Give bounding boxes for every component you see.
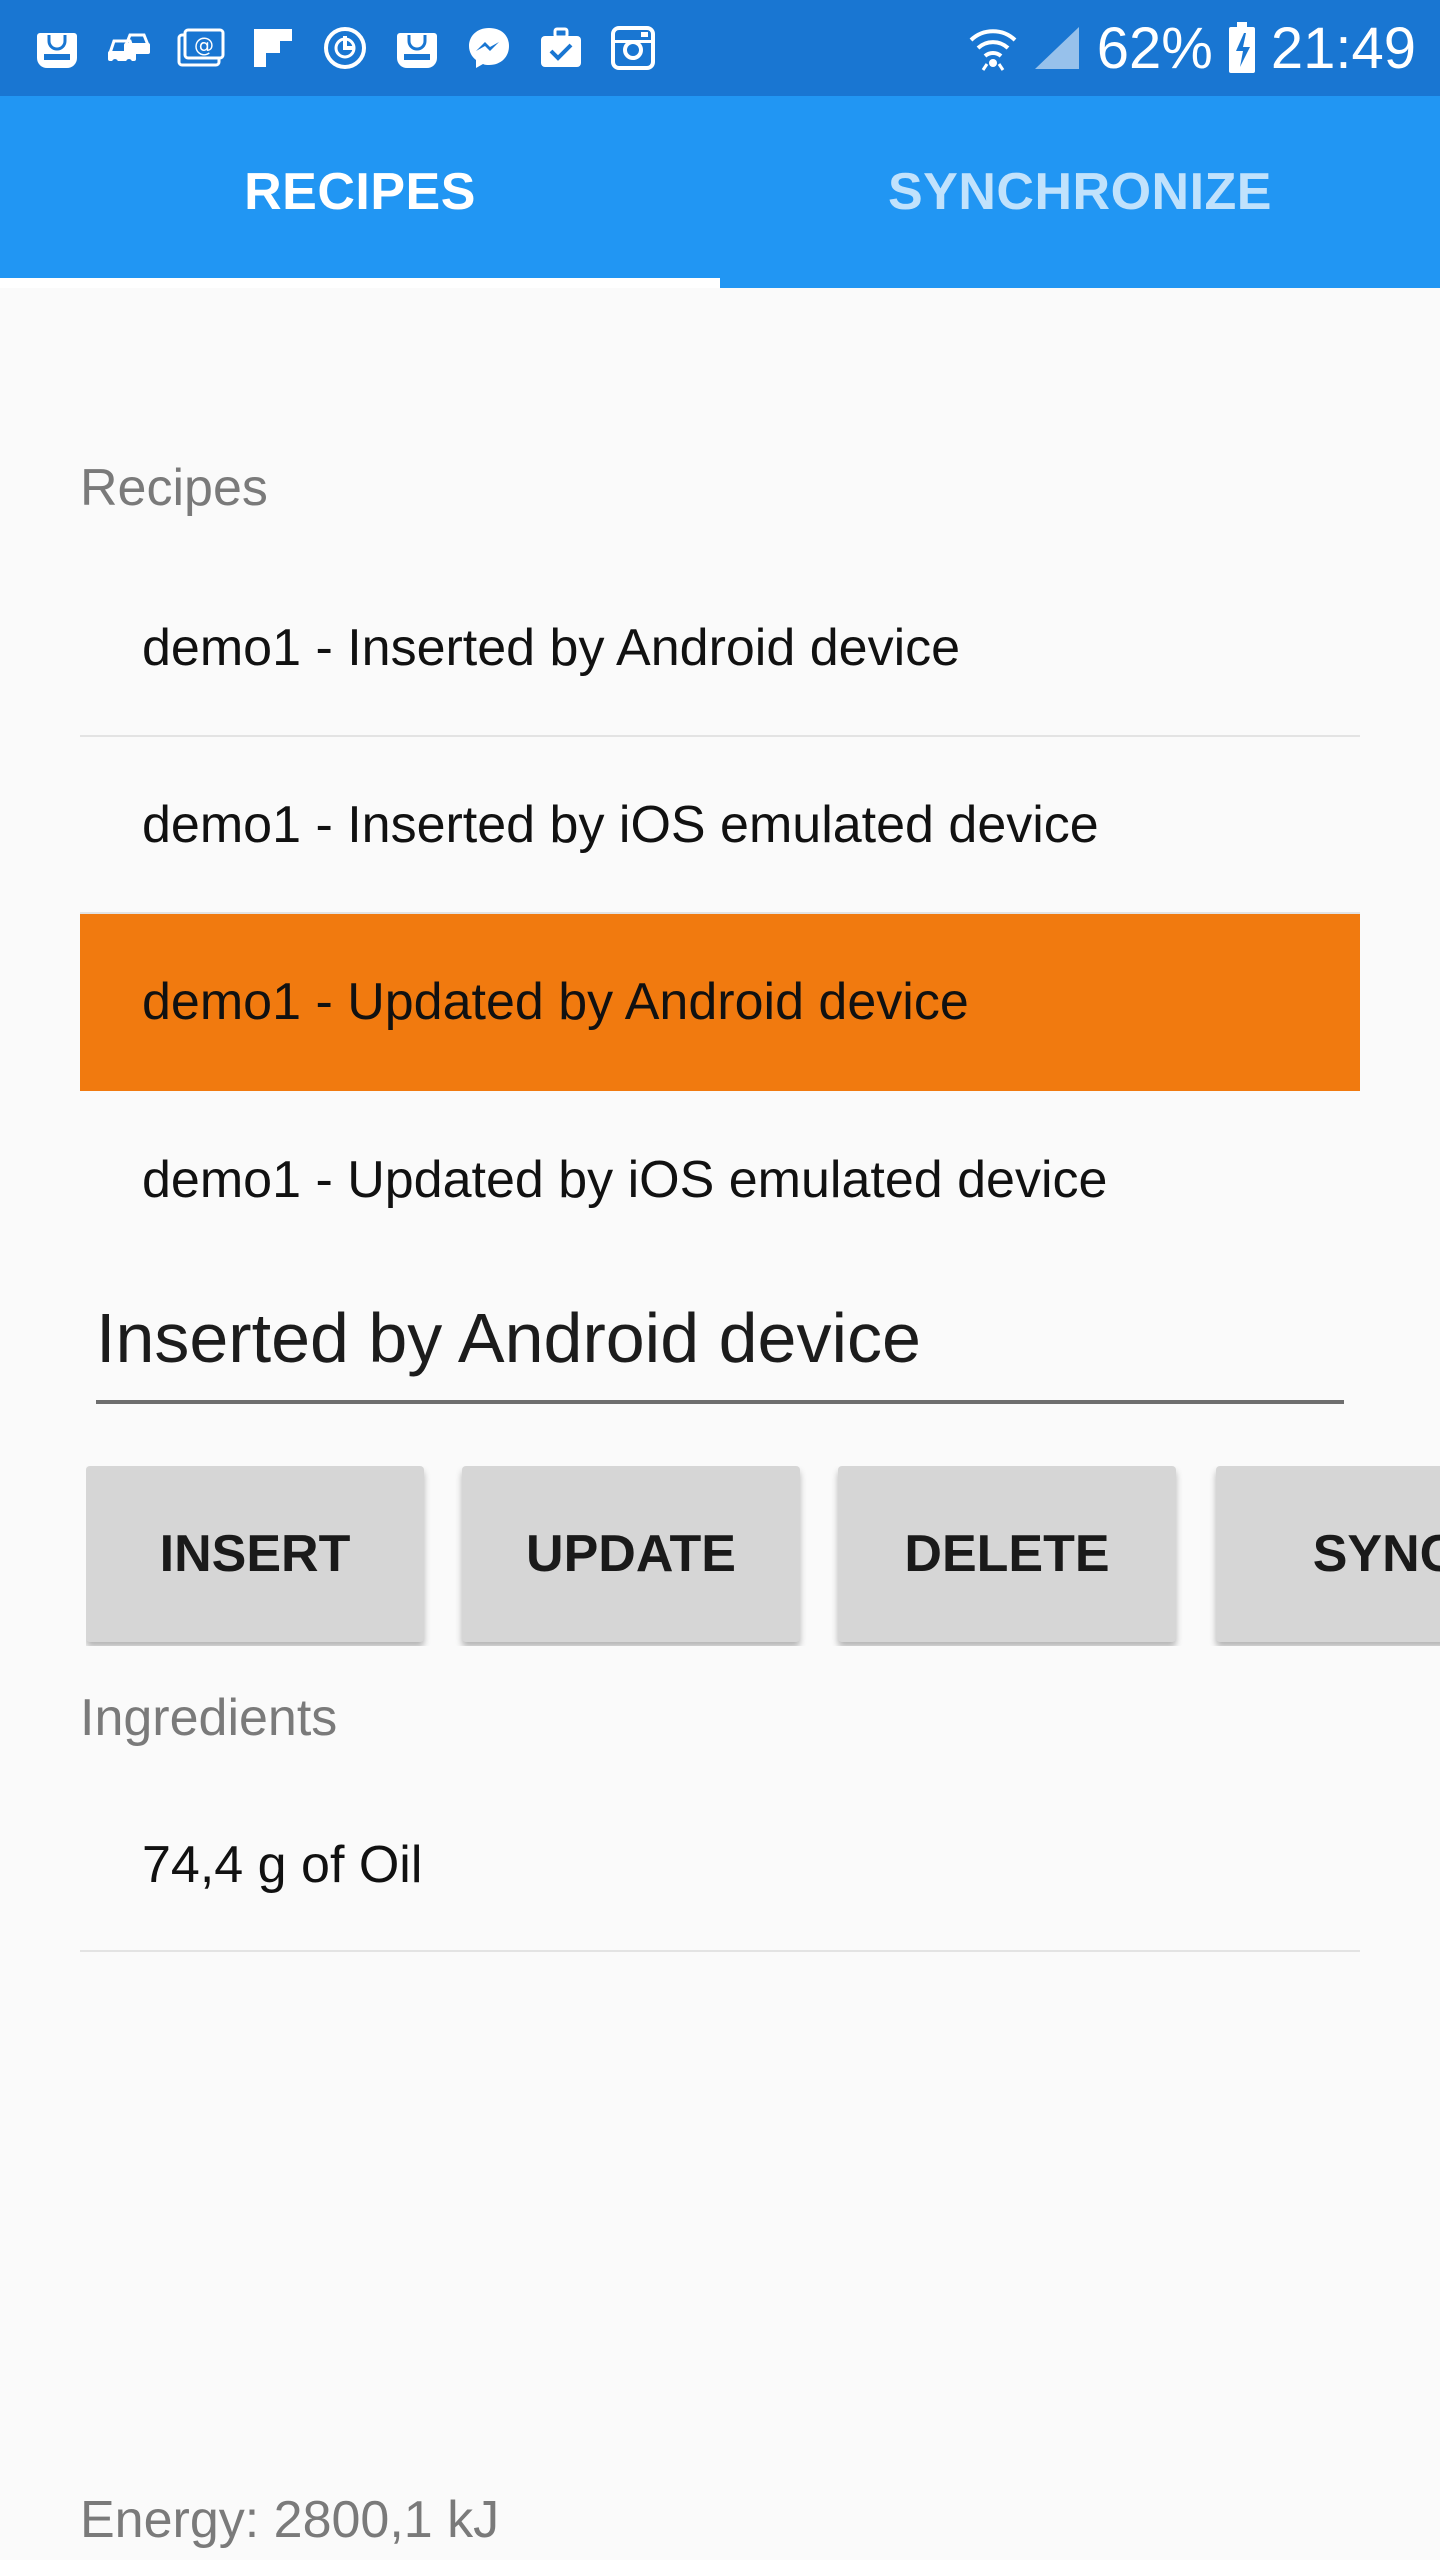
svg-text:@: @: [194, 33, 214, 57]
ingredient-list-item[interactable]: 74,4 g of Oil: [80, 1780, 1360, 1952]
recipe-list-item[interactable]: demo1 - Inserted by Android device: [80, 560, 1360, 737]
action-buttons: INSERT UPDATE DELETE SYNC: [86, 1466, 1440, 1646]
tab-bar: RECIPES SYNCHRONIZE: [0, 96, 1440, 288]
car-icon: [104, 23, 154, 73]
battery-percent: 62%: [1096, 15, 1213, 81]
recipe-list-item[interactable]: demo1 - Inserted by iOS emulated device: [80, 737, 1360, 914]
email-icon: @: [176, 23, 226, 73]
signal-icon: [1033, 23, 1083, 73]
recipes-label: Recipes: [80, 459, 268, 517]
briefcase-check-icon: [536, 23, 586, 73]
galaxy-apps-icon: [32, 23, 82, 73]
galaxy-store-icon: [392, 23, 442, 73]
flipboard-icon: [248, 23, 298, 73]
delete-button[interactable]: DELETE: [838, 1466, 1176, 1642]
notification-icons: @: [32, 23, 658, 73]
recipe-list-item[interactable]: demo1 - Updated by iOS emulated device: [80, 1091, 1360, 1268]
tab-recipes[interactable]: RECIPES: [0, 96, 720, 288]
recipe-list-item-selected[interactable]: demo1 - Updated by Android device: [80, 914, 1360, 1091]
recipe-list: demo1 - Inserted by Android device demo1…: [80, 560, 1360, 1268]
battery-charging-icon: [1227, 21, 1257, 75]
status-bar: @ 62% 21:49: [0, 0, 1440, 96]
energy-total: Energy: 2800,1 kJ: [80, 2491, 500, 2549]
tab-synchronize[interactable]: SYNCHRONIZE: [720, 96, 1440, 288]
wifi-icon: [967, 22, 1019, 74]
recipe-name-input[interactable]: [96, 1290, 1344, 1404]
messenger-icon: [464, 23, 514, 73]
system-status: 62% 21:49: [967, 15, 1416, 82]
insert-button[interactable]: INSERT: [86, 1466, 424, 1642]
ingredients-label: Ingredients: [80, 1689, 338, 1747]
sync-button[interactable]: SYNC: [1216, 1466, 1440, 1642]
update-button[interactable]: UPDATE: [462, 1466, 800, 1642]
active-tab-indicator: [0, 278, 720, 288]
ingredients-list: 74,4 g of Oil: [80, 1780, 1360, 1952]
clock: 21:49: [1270, 15, 1416, 81]
instagram-icon: [608, 23, 658, 73]
sync-icon: [320, 23, 370, 73]
